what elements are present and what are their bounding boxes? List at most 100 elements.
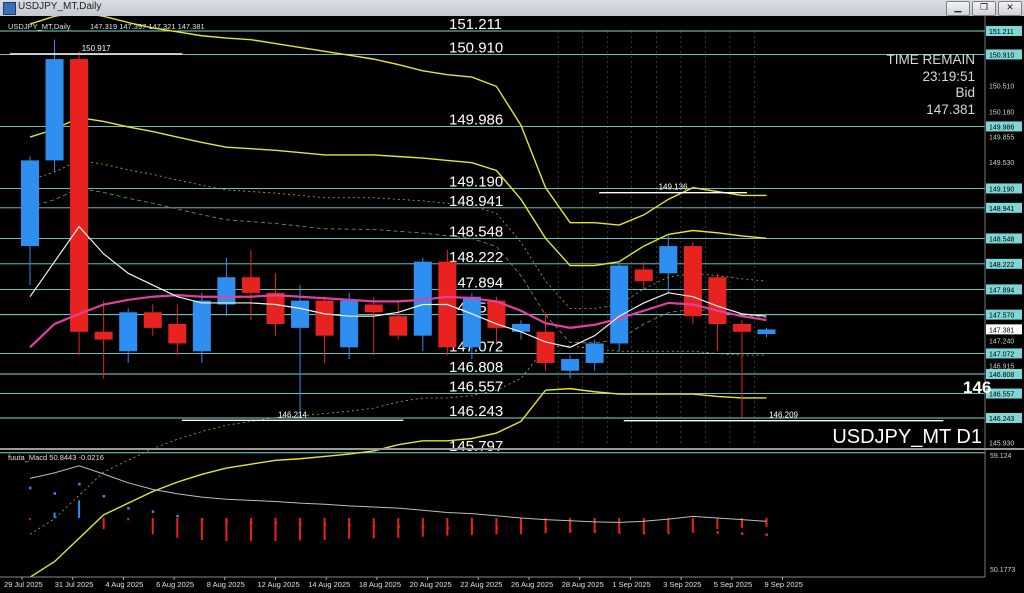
macd-signal-dot [691, 530, 695, 533]
bear-candle [143, 312, 162, 328]
bear-candle [389, 316, 408, 336]
macd-signal-dot [372, 524, 376, 528]
big-price-fragment: 146 [963, 378, 991, 397]
subwindow-separator-axis [985, 448, 1024, 450]
price-tag: 146.557 [989, 392, 1014, 399]
bear-candle [732, 323, 751, 332]
bull-candle [585, 343, 604, 363]
macd-signal-dot [299, 522, 302, 525]
bid-value: 147.381 [926, 102, 975, 117]
bull-candle [462, 296, 481, 348]
bull-candle [217, 277, 236, 305]
minimize-button[interactable]: ▁ [946, 1, 970, 16]
price-tag: 151.211 [989, 29, 1014, 36]
bull-candle [192, 300, 211, 352]
subwindow-separator[interactable] [0, 448, 985, 450]
macd-signal-dot [716, 531, 719, 534]
macd-signal-dot [593, 530, 597, 533]
bear-candle [708, 277, 727, 324]
price-tag: 147.072 [989, 351, 1014, 358]
price-tick: 149.855 [989, 135, 1014, 142]
macd-signal-dot [618, 531, 621, 534]
macd-signal-dot [323, 523, 327, 527]
bear-candle [241, 277, 260, 293]
macd-signal-dot [740, 532, 744, 535]
level-price-label: 151.211 [449, 16, 502, 33]
price-tag: 147.570 [989, 313, 1014, 320]
date-label: 14 Aug 2025 [308, 580, 350, 589]
bull-candle [291, 300, 310, 328]
macd-signal-dot [29, 486, 32, 490]
restore-button[interactable]: ❐ [972, 1, 996, 16]
window-titlebar[interactable]: USDJPY_MT,Daily ▁ ❐ ✕ [0, 0, 1024, 17]
close-button[interactable]: ✕ [998, 1, 1022, 16]
macd-signal-dot [249, 521, 253, 524]
macd-signal-dot [274, 521, 277, 524]
bear-candle [94, 331, 113, 340]
bull-candle [610, 265, 629, 344]
bull-candle [512, 323, 530, 332]
macd-signal-dot [667, 531, 670, 534]
macd-signal-dot [520, 526, 523, 530]
macd-signal-dot [495, 526, 498, 530]
marker-label: 149.136 [659, 183, 688, 192]
macd-signal-dot [470, 526, 474, 530]
date-label: 6 Aug 2025 [156, 580, 194, 589]
price-tag: 149.190 [989, 186, 1014, 193]
bear-candle [70, 59, 89, 332]
macd-signal-dot [642, 531, 646, 535]
macd-signal-dot [225, 520, 228, 523]
price-tick: 150.510 [989, 84, 1014, 91]
price-tick: 149.530 [989, 160, 1014, 167]
level-price-label: 146.557 [449, 379, 503, 396]
level-price-label: 150.910 [449, 39, 503, 56]
time-remain-label: TIME REMAIN [886, 52, 975, 67]
time-remain-value: 23:19:51 [922, 69, 975, 84]
price-tag: 146.243 [989, 416, 1014, 423]
bear-candle [364, 304, 383, 313]
marker-label: 150.917 [82, 44, 111, 53]
macd-signal-dot [348, 524, 351, 527]
bull-candle [757, 329, 776, 335]
macd-signal-dot [200, 518, 204, 521]
price-tag: 149.986 [989, 124, 1014, 131]
bear-candle [315, 300, 334, 336]
date-label: 8 Aug 2025 [207, 580, 245, 589]
bull-candle [561, 359, 580, 371]
bid-label: Bid [955, 85, 975, 100]
level-price-label: 148.941 [449, 193, 503, 210]
price-tag: 147.894 [989, 287, 1014, 294]
bear-candle [168, 323, 187, 344]
bid-price-tag: 147.381 [989, 327, 1014, 334]
price-chart[interactable]: 151.211 150.910 149.986 149.190 148.941 148.5… [0, 16, 1024, 593]
price-tag: 146.808 [989, 372, 1014, 379]
macd-title: fuuta_Macd 50.8443 -0.0216 [8, 453, 104, 462]
macd-signal-dot [151, 510, 155, 513]
chart-window: USDJPY_MT,Daily ▁ ❐ ✕ 151.211 150.910 149.… [0, 0, 1024, 593]
date-label: 28 Aug 2025 [562, 580, 604, 589]
date-label: 9 Sep 2025 [765, 580, 803, 589]
ohlc-info: 147.319 147.397 147.321 147.381 [90, 22, 205, 31]
level-price-label: 147.894 [449, 274, 503, 291]
macd-signal-dot [397, 525, 400, 528]
price-tick: 150.180 [989, 109, 1014, 116]
level-price-label: 148.222 [449, 249, 503, 266]
price-tick: 147.240 [989, 338, 1014, 345]
symbol-info: USDJPY_MT,Daily [8, 22, 71, 31]
macd-signal-dot [544, 528, 548, 531]
macd-axis-top: 59.124 [990, 453, 1012, 460]
date-label: 3 Sep 2025 [663, 580, 701, 589]
date-label: 26 Aug 2025 [511, 580, 553, 589]
date-label: 4 Aug 2025 [105, 580, 143, 589]
window-title: USDJPY_MT,Daily [18, 1, 102, 12]
date-label: 29 Jul 2025 [4, 580, 43, 589]
bull-candle [119, 312, 138, 352]
price-tag: 148.222 [989, 262, 1014, 269]
date-label: 1 Sep 2025 [612, 580, 650, 589]
bull-candle [45, 59, 64, 161]
level-price-label: 148.548 [449, 223, 503, 240]
macd-signal-dot [569, 529, 572, 532]
bear-candle [536, 331, 555, 363]
date-label: 20 Aug 2025 [410, 580, 452, 589]
macd-signal-dot [765, 533, 768, 536]
